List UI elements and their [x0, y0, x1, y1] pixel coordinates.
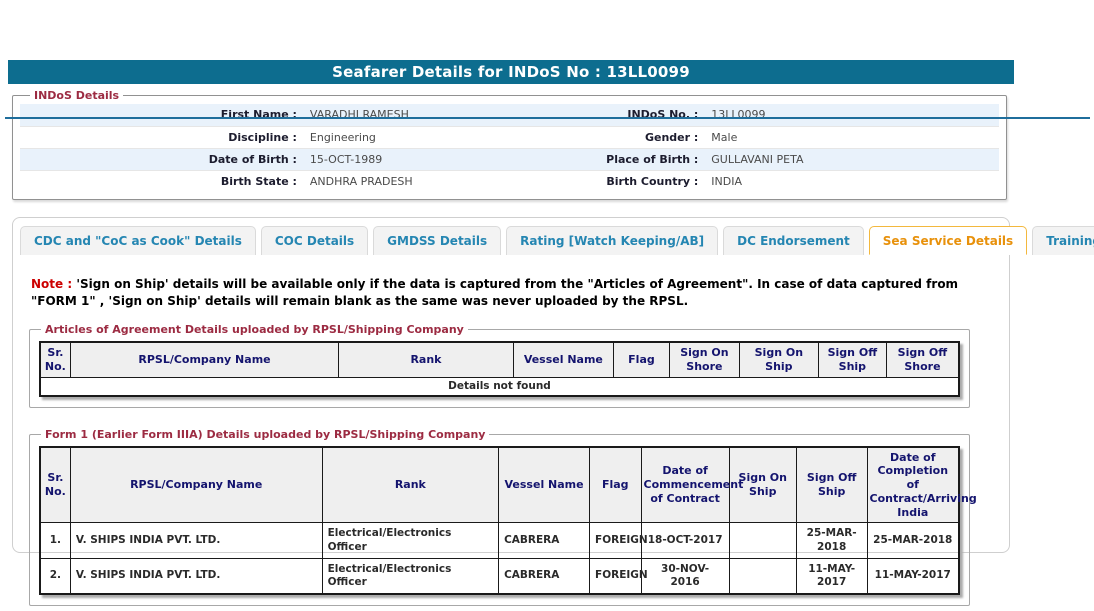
table-row: Details not found [40, 377, 959, 396]
first-name-label: First Name : [20, 104, 304, 126]
cell-flag: FOREIGN [590, 558, 641, 594]
indos-row: Birth State : ANDHRA PRADESH Birth Count… [20, 170, 999, 192]
cell-date-completion: 25-MAR-2018 [867, 523, 959, 558]
cell-company: V. SHIPS INDIA PVT. LTD. [70, 523, 322, 558]
column-header-sign-off-ship: Sign Off Ship [818, 342, 886, 377]
empty-state-message: Details not found [40, 377, 959, 396]
dob-label: Date of Birth : [20, 148, 304, 170]
cell-sign-on-ship [729, 523, 796, 558]
dob-value: 15-OCT-1989 [304, 148, 588, 170]
indos-row: Date of Birth : 15-OCT-1989 Place of Bir… [20, 148, 999, 170]
tab-dc-endorsement[interactable]: DC Endorsement [723, 226, 864, 255]
column-header-vessel: Vessel Name [513, 342, 613, 377]
cell-date-commencement: 30-NOV-2016 [641, 558, 729, 594]
tab-gmdss-details[interactable]: GMDSS Details [373, 226, 501, 255]
column-header-flag: Flag [590, 447, 641, 523]
cell-sign-on-ship [729, 558, 796, 594]
column-header-flag: Flag [613, 342, 669, 377]
column-header-company: RPSL/Company Name [70, 447, 322, 523]
table-row: 2. V. SHIPS INDIA PVT. LTD. Electrical/E… [40, 558, 959, 594]
indos-no-value: 13LL0099 [705, 104, 999, 126]
birth-state-value: ANDHRA PRADESH [304, 170, 588, 192]
column-header-date-commencement: Date of Commencement of Contract [641, 447, 729, 523]
discipline-value: Engineering [304, 126, 588, 148]
tab-coc-details[interactable]: COC Details [261, 226, 368, 255]
top-divider [5, 117, 1090, 119]
column-header-sign-off-shore: Sign Off Shore [886, 342, 959, 377]
tab-bar: CDC and "CoC as Cook" Details COC Detail… [13, 218, 1009, 255]
indos-details-legend: INDoS Details [30, 89, 123, 102]
column-header-rank: Rank [339, 342, 514, 377]
discipline-label: Discipline : [20, 126, 304, 148]
table-header-row: Sr. No. RPSL/Company Name Rank Vessel Na… [40, 447, 959, 523]
cell-date-commencement: 18-OCT-2017 [641, 523, 729, 558]
table-header-row: Sr. No. RPSL/Company Name Rank Vessel Na… [40, 342, 959, 377]
cell-company: V. SHIPS INDIA PVT. LTD. [70, 558, 322, 594]
form1-table: Sr. No. RPSL/Company Name Rank Vessel Na… [39, 446, 960, 595]
tab-cdc-coc-as-cook-details[interactable]: CDC and "CoC as Cook" Details [20, 226, 256, 255]
column-header-sign-on-shore: Sign On Shore [669, 342, 739, 377]
cell-vessel: CABRERA [499, 558, 590, 594]
gender-label: Gender : [588, 126, 705, 148]
form1-legend: Form 1 (Earlier Form IIIA) Details uploa… [41, 428, 489, 441]
articles-of-agreement-table: Sr. No. RPSL/Company Name Rank Vessel Na… [39, 341, 960, 397]
cell-date-completion: 11-MAY-2017 [867, 558, 959, 594]
column-header-vessel: Vessel Name [499, 447, 590, 523]
column-header-sr-no: Sr. No. [40, 342, 70, 377]
note-label: Note : [31, 277, 72, 291]
cell-sign-off-ship: 11-MAY-2017 [796, 558, 867, 594]
gender-value: Male [705, 126, 999, 148]
indos-no-label: INDoS No. : [588, 104, 705, 126]
place-of-birth-value: GULLAVANI PETA [705, 148, 999, 170]
tab-content-panel: CDC and "CoC as Cook" Details COC Detail… [12, 217, 1010, 553]
column-header-sign-off-ship: Sign Off Ship [796, 447, 867, 523]
articles-of-agreement-legend: Articles of Agreement Details uploaded b… [41, 323, 468, 336]
indos-details-section: INDoS Details First Name : VARADHI RAMES… [12, 89, 1007, 200]
sea-service-tab-content: Note : 'Sign on Ship' details will be av… [13, 276, 1009, 606]
articles-of-agreement-section: Articles of Agreement Details uploaded b… [29, 323, 970, 408]
note-text: Note : 'Sign on Ship' details will be av… [31, 276, 991, 309]
cell-sr-no: 2. [40, 558, 70, 594]
column-header-sr-no: Sr. No. [40, 447, 70, 523]
cell-sr-no: 1. [40, 523, 70, 558]
page-title: Seafarer Details for INDoS No : 13LL0099 [8, 60, 1014, 84]
cell-flag: FOREIGN [590, 523, 641, 558]
place-of-birth-label: Place of Birth : [588, 148, 705, 170]
column-header-sign-on-ship: Sign On Ship [739, 342, 818, 377]
note-body: 'Sign on Ship' details will be available… [31, 277, 958, 308]
first-name-value: VARADHI RAMESH [304, 104, 588, 126]
tab-sea-service-details[interactable]: Sea Service Details [869, 226, 1027, 255]
table-row: 1. V. SHIPS INDIA PVT. LTD. Electrical/E… [40, 523, 959, 558]
tab-training-details[interactable]: Training Details [1032, 226, 1094, 255]
birth-country-label: Birth Country : [588, 170, 705, 192]
indos-row: Discipline : Engineering Gender : Male [20, 126, 999, 148]
column-header-sign-on-ship: Sign On Ship [729, 447, 796, 523]
cell-sign-off-ship: 25-MAR-2018 [796, 523, 867, 558]
column-header-rank: Rank [322, 447, 498, 523]
tab-rating-watch-keeping-ab[interactable]: Rating [Watch Keeping/AB] [506, 226, 718, 255]
cell-rank: Electrical/Electronics Officer [322, 558, 498, 594]
birth-state-label: Birth State : [20, 170, 304, 192]
form1-section: Form 1 (Earlier Form IIIA) Details uploa… [29, 428, 970, 606]
cell-vessel: CABRERA [499, 523, 590, 558]
column-header-company: RPSL/Company Name [70, 342, 338, 377]
birth-country-value: INDIA [705, 170, 999, 192]
cell-rank: Electrical/Electronics Officer [322, 523, 498, 558]
column-header-date-completion: Date of Completion of Contract/Arriving … [867, 447, 959, 523]
indos-row: First Name : VARADHI RAMESH INDoS No. : … [20, 104, 999, 126]
